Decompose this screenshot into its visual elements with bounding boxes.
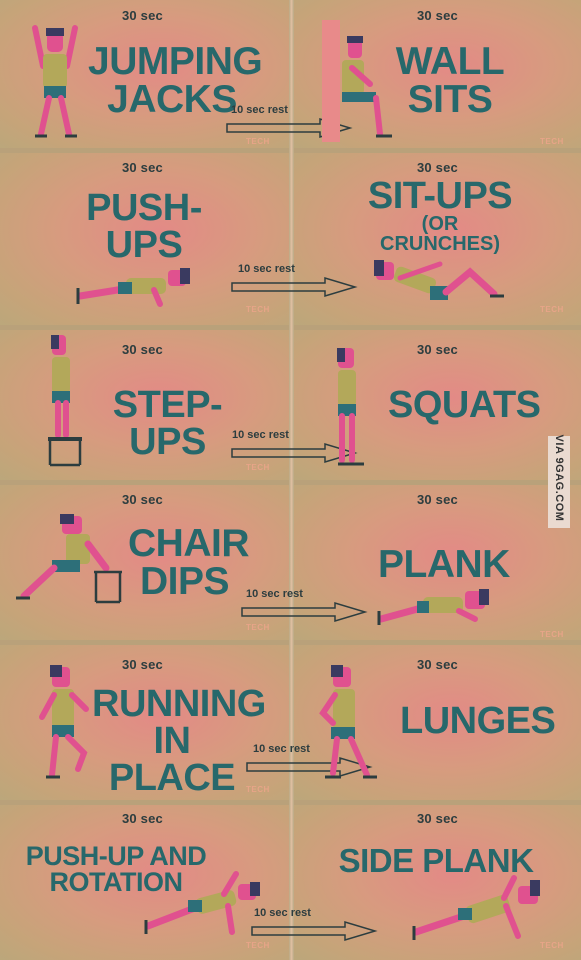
title-line: DIPS (139, 560, 230, 604)
credit-badge: VIA 9GAG.COM (548, 435, 570, 528)
exercise-title: PUSH-UPS (50, 187, 238, 267)
duration-label: 30 sec (417, 492, 458, 507)
title-line: STEP-UPS (112, 384, 223, 464)
side-plank-figure-icon (412, 875, 540, 940)
push-up-figure-icon (76, 268, 190, 307)
duration-label: 30 sec (417, 811, 458, 826)
duration-label: 30 sec (417, 160, 458, 175)
exercise-title: SQUATS (388, 384, 541, 426)
duration-label: 30 sec (122, 8, 163, 23)
jumping-jacks-figure-icon (32, 25, 78, 138)
duration-label: 30 sec (122, 492, 163, 507)
column-divider (289, 0, 294, 960)
watermark: TECH (540, 305, 564, 314)
duration-label: 30 sec (122, 160, 163, 175)
watermark: TECH (540, 630, 564, 639)
duration-label: 30 sec (122, 657, 163, 672)
watermark: TECH (246, 941, 270, 950)
title-line: SIT-UPS (367, 175, 513, 217)
duration-label: 30 sec (417, 657, 458, 672)
step-up-figure-icon (48, 335, 82, 467)
arrow-right-icon (241, 601, 368, 623)
title-subline: (OR CRUNCHES) (380, 213, 500, 255)
running-figure-icon (39, 665, 89, 779)
duration-label: 30 sec (122, 811, 163, 826)
rest-label: 10 sec rest (231, 104, 288, 116)
watermark: TECH (246, 623, 270, 632)
title-line: PUSH-UPS (86, 187, 202, 267)
duration-label: 30 sec (417, 8, 458, 23)
rest-label: 10 sec rest (232, 429, 289, 441)
title-line: RUNNING (92, 683, 266, 725)
exercise-title: SIT-UPS (OR CRUNCHES) (360, 175, 520, 255)
exercise-title: STEP-UPS (80, 384, 255, 464)
duration-label: 30 sec (122, 342, 163, 357)
title-line: JUMPING (88, 40, 263, 83)
rest-label: 10 sec rest (238, 263, 295, 275)
chair-dip-figure-icon (16, 514, 122, 604)
exercise-title: CHAIR DIPS (128, 522, 250, 604)
exercise-title: RUNNING IN PLACE (92, 683, 266, 800)
exercise-title: PLANK (378, 543, 510, 586)
title-line: IN PLACE (108, 720, 236, 800)
push-up-rotation-figure-icon (144, 871, 260, 935)
watermark: TECH (540, 137, 564, 146)
watermark: TECH (246, 305, 270, 314)
watermark: TECH (246, 785, 270, 794)
title-line: CHAIR (128, 522, 250, 565)
rest-label: 10 sec rest (246, 588, 303, 600)
squat-figure-icon (337, 348, 364, 466)
title-line: SQUATS (388, 384, 541, 426)
title-line: LUNGES (400, 700, 556, 742)
rest-arrow: 10 sec rest (230, 263, 360, 298)
title-line: PLANK (378, 543, 510, 586)
title-line: PUSH-UP AND (25, 841, 207, 871)
credit-text: VIA 9GAG.COM (553, 434, 565, 522)
watermark: TECH (246, 137, 270, 146)
lunge-figure-icon (319, 665, 377, 779)
rest-arrow: 10 sec rest (240, 588, 370, 623)
plank-figure-icon (377, 589, 489, 625)
wall-sit-figure-icon (322, 20, 392, 142)
exercise-title: LUNGES (400, 700, 556, 742)
watermark: TECH (246, 463, 270, 472)
duration-label: 30 sec (417, 342, 458, 357)
rest-label: 10 sec rest (253, 743, 310, 755)
arrow-right-icon (231, 276, 358, 298)
sit-up-figure-icon (374, 260, 504, 300)
